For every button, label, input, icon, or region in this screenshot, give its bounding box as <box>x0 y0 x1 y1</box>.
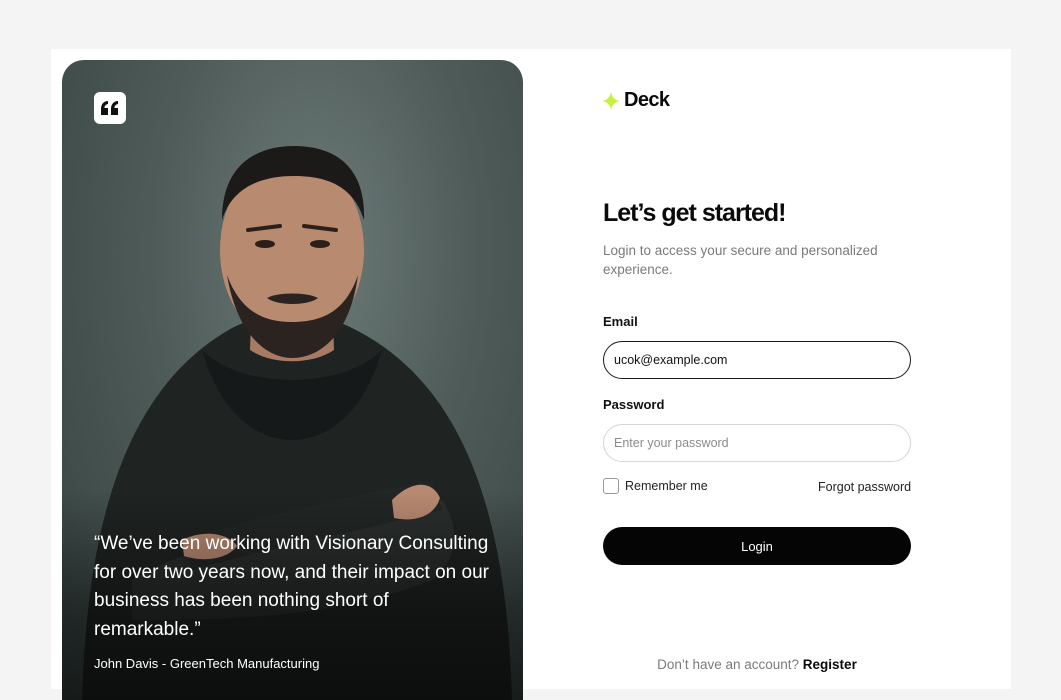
quote-icon <box>94 92 126 124</box>
login-card: “We’ve been working with Visionary Consu… <box>51 49 1011 700</box>
page-title: Let’s get started! <box>603 199 787 227</box>
login-button[interactable]: Login <box>603 527 911 565</box>
register-link[interactable]: Register <box>803 657 857 672</box>
email-field[interactable] <box>603 341 911 379</box>
sparkle-icon <box>602 91 620 110</box>
remember-me-option[interactable]: Remember me <box>603 478 708 494</box>
page-subtitle: Login to access your secure and personal… <box>603 243 878 277</box>
register-prompt-text: Don’t have an account? <box>657 657 800 672</box>
register-prompt: Don’t have an account? Register <box>603 657 911 672</box>
forgot-password-link[interactable]: Forgot password <box>818 480 911 494</box>
testimonial-panel: “We’ve been working with Visionary Consu… <box>62 60 523 700</box>
testimonial-quote: “We’ve been working with Visionary Consu… <box>94 533 489 640</box>
email-label: Email <box>603 314 638 329</box>
brand-name: Deck <box>624 89 670 111</box>
brand-logo: Deck <box>602 89 670 112</box>
testimonial-author: John Davis - GreenTech Manufacturing <box>94 656 320 671</box>
remember-me-checkbox[interactable] <box>603 478 619 494</box>
password-field[interactable] <box>603 424 911 462</box>
remember-me-label: Remember me <box>625 479 708 493</box>
password-label: Password <box>603 397 665 412</box>
